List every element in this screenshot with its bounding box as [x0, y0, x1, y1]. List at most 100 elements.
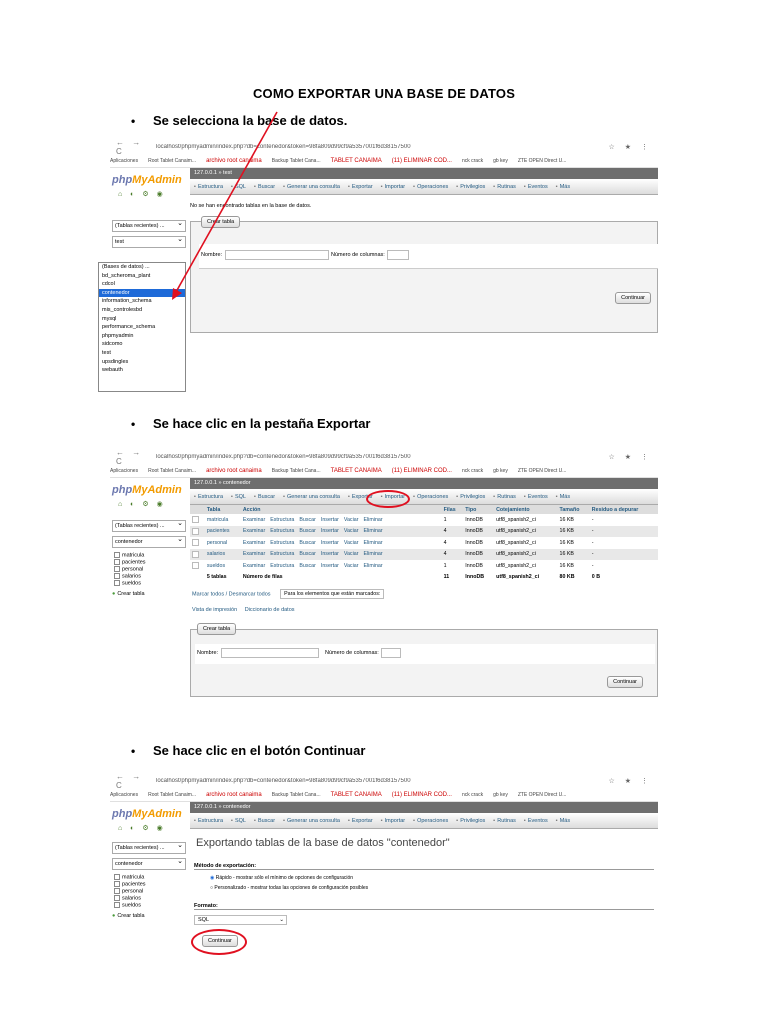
- vaciar-link[interactable]: Vaciar: [344, 517, 359, 523]
- row-checkbox[interactable]: [192, 527, 199, 535]
- column-header[interactable]: Tamaño: [557, 505, 590, 514]
- bookmark[interactable]: gb key: [493, 468, 508, 474]
- browser-tools[interactable]: ☆ ★ ⋮: [592, 777, 658, 785]
- new-table-link[interactable]: Crear tabla: [112, 913, 190, 919]
- table-name-link[interactable]: pacientes: [205, 526, 241, 538]
- database-select[interactable]: contenedor: [112, 857, 186, 870]
- row-checkbox[interactable]: [192, 516, 199, 524]
- column-header[interactable]: Filas: [441, 505, 464, 514]
- with-selected-select[interactable]: Para los elementos que están marcados:: [280, 589, 385, 599]
- browser-tools[interactable]: ☆ ★ ⋮: [592, 453, 658, 461]
- bookmark[interactable]: Aplicaciones: [110, 468, 138, 474]
- estructura-link[interactable]: Estructura: [270, 517, 294, 523]
- row-checkbox[interactable]: [192, 539, 199, 547]
- eliminar-link[interactable]: Eliminar: [363, 563, 382, 569]
- estructura-link[interactable]: Estructura: [270, 528, 294, 534]
- tab-importar[interactable]: Importar: [377, 818, 409, 824]
- recent-tables-select[interactable]: (Tablas recientes) ...: [112, 841, 186, 854]
- url-text[interactable]: localhost/phpmyadmin/index.php?db=conten…: [156, 778, 592, 784]
- nav-buttons[interactable]: ← → C: [110, 448, 156, 466]
- bookmark[interactable]: Aplicaciones: [110, 792, 138, 798]
- insertar-link[interactable]: Insertar: [321, 540, 339, 546]
- insertar-link[interactable]: Insertar: [321, 563, 339, 569]
- tab-mas[interactable]: Más: [552, 494, 574, 500]
- breadcrumb[interactable]: 127.0.0.1 » contenedor: [190, 478, 658, 489]
- buscar-link[interactable]: Buscar: [299, 540, 316, 546]
- tab-estructura[interactable]: Estructura: [190, 494, 227, 500]
- custom-option[interactable]: ○ Personalizado - mostrar todas las opci…: [210, 885, 368, 891]
- examinar-link[interactable]: Examinar: [243, 563, 265, 569]
- buscar-link[interactable]: Buscar: [299, 517, 316, 523]
- check-all-link[interactable]: Marcar todos / Desmarcar todos: [192, 591, 271, 597]
- row-checkbox[interactable]: [192, 550, 199, 558]
- buscar-link[interactable]: Buscar: [299, 563, 316, 569]
- continue-button[interactable]: Continuar: [607, 676, 643, 688]
- radio-icon[interactable]: ○: [210, 885, 213, 891]
- bookmark[interactable]: ZTE OPEN Direct U...: [518, 468, 567, 474]
- examinar-link[interactable]: Examinar: [243, 528, 265, 534]
- phpmyadmin-logo[interactable]: phpMyAdmin: [112, 808, 190, 820]
- table-name-link[interactable]: salarios: [205, 549, 241, 561]
- home-icon[interactable]: ⌂ ◐ ⚙ ◉: [118, 824, 190, 832]
- insertar-link[interactable]: Insertar: [321, 551, 339, 557]
- estructura-link[interactable]: Estructura: [270, 563, 294, 569]
- bookmark[interactable]: nck crack: [462, 468, 483, 474]
- tab-eventos[interactable]: Eventos: [520, 494, 552, 500]
- vaciar-link[interactable]: Vaciar: [344, 551, 359, 557]
- tree-table[interactable]: matricula: [114, 874, 190, 881]
- bookmark[interactable]: archivo root canaima: [206, 792, 262, 798]
- insertar-link[interactable]: Insertar: [321, 517, 339, 523]
- tab-generar-consulta[interactable]: Generar una consulta: [279, 818, 344, 824]
- bookmark[interactable]: (11) ELIMINAR COD...: [392, 468, 452, 474]
- examinar-link[interactable]: Examinar: [243, 540, 265, 546]
- tab-buscar[interactable]: Buscar: [250, 494, 279, 500]
- tab-exportar[interactable]: Exportar: [344, 818, 377, 824]
- tab-operaciones[interactable]: Operaciones: [409, 818, 452, 824]
- bookmark[interactable]: archivo root canaima: [206, 468, 262, 474]
- bookmark[interactable]: TABLET CANAIMA: [331, 468, 382, 474]
- bookmark[interactable]: Root Tablet Canaim...: [148, 792, 196, 798]
- column-header[interactable]: Residuo a depurar: [589, 505, 658, 514]
- data-dictionary-link[interactable]: Diccionario de datos: [245, 607, 295, 613]
- recent-tables-select[interactable]: (Tablas recientes) ...: [112, 519, 186, 532]
- table-name-link[interactable]: matricula: [205, 514, 241, 526]
- url-text[interactable]: localhost/phpmyadmin/index.php?db=conten…: [156, 454, 592, 460]
- bookmark[interactable]: TABLET CANAIMA: [331, 792, 382, 798]
- table-name-input[interactable]: [221, 648, 319, 658]
- insertar-link[interactable]: Insertar: [321, 528, 339, 534]
- bookmark[interactable]: gb key: [493, 792, 508, 798]
- tree-table[interactable]: personal: [114, 566, 190, 573]
- quick-option[interactable]: ◉ Rápido - mostrar sólo el mínimo de opc…: [210, 875, 353, 881]
- buscar-link[interactable]: Buscar: [299, 528, 316, 534]
- format-select[interactable]: SQL ⌄: [194, 915, 287, 925]
- row-checkbox[interactable]: [192, 562, 199, 570]
- bookmark[interactable]: Root Tablet Canaim...: [148, 468, 196, 474]
- tab-eventos[interactable]: Eventos: [520, 818, 552, 824]
- bookmark[interactable]: Backup Tablet Cana...: [272, 792, 321, 798]
- vaciar-link[interactable]: Vaciar: [344, 528, 359, 534]
- buscar-link[interactable]: Buscar: [299, 551, 316, 557]
- home-icon[interactable]: ⌂ ◐ ⚙ ◉: [118, 500, 190, 508]
- tab-estructura[interactable]: Estructura: [190, 818, 227, 824]
- tab-buscar[interactable]: Buscar: [250, 818, 279, 824]
- column-header[interactable]: Cotejamiento: [494, 505, 558, 514]
- tree-table[interactable]: sueldos: [114, 580, 190, 587]
- tab-operaciones[interactable]: Operaciones: [409, 494, 452, 500]
- bookmark[interactable]: Backup Tablet Cana...: [272, 468, 321, 474]
- columns-input[interactable]: [381, 648, 401, 658]
- bookmark[interactable]: ZTE OPEN Direct U...: [518, 792, 567, 798]
- phpmyadmin-logo[interactable]: phpMyAdmin: [112, 484, 190, 496]
- nav-buttons[interactable]: ← → C: [110, 772, 156, 790]
- print-view-link[interactable]: Vista de impresión: [192, 607, 237, 613]
- table-name-link[interactable]: sueldos: [205, 560, 241, 572]
- database-select[interactable]: contenedor: [112, 535, 186, 548]
- tab-generar-consulta[interactable]: Generar una consulta: [279, 494, 344, 500]
- eliminar-link[interactable]: Eliminar: [363, 551, 382, 557]
- breadcrumb[interactable]: 127.0.0.1 » contenedor: [190, 802, 658, 813]
- estructura-link[interactable]: Estructura: [270, 540, 294, 546]
- vaciar-link[interactable]: Vaciar: [344, 540, 359, 546]
- column-header[interactable]: Tipo: [463, 505, 495, 514]
- tree-table[interactable]: matricula: [114, 552, 190, 559]
- radio-selected-icon[interactable]: ◉: [210, 875, 214, 881]
- tree-table[interactable]: pacientes: [114, 559, 190, 566]
